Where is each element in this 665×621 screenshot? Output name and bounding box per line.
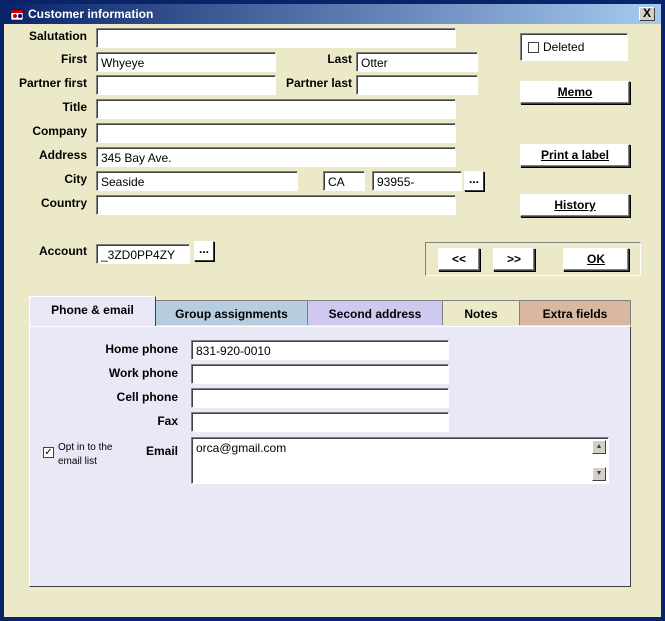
cell-phone-label: Cell phone: [116, 390, 178, 404]
scroll-up-icon[interactable]: ▲: [592, 440, 606, 454]
company-field[interactable]: [96, 123, 456, 143]
form-area: Salutation First Whyeye Last Otter Partn…: [4, 24, 661, 617]
title-bar[interactable]: Customer information X: [4, 4, 661, 24]
country-label: Country: [41, 196, 87, 210]
home-phone-field[interactable]: 831-920-0010: [191, 340, 449, 360]
address-field[interactable]: 345 Bay Ave.: [96, 147, 456, 167]
email-value: orca@gmail.com: [196, 441, 287, 455]
navigation-group: << >> OK: [425, 242, 641, 276]
salutation-label: Salutation: [28, 29, 87, 43]
city-field[interactable]: Seaside: [96, 171, 298, 191]
last-name-field[interactable]: Otter: [356, 52, 478, 72]
account-field[interactable]: _3ZD0PP4ZY: [96, 244, 190, 264]
city-label: City: [64, 172, 87, 186]
phone-email-panel: Home phone 831-920-0010 Work phone Cell …: [29, 326, 631, 587]
email-label: Email: [145, 444, 178, 458]
work-phone-label: Work phone: [108, 366, 178, 380]
country-field[interactable]: [96, 195, 456, 215]
last-label: Last: [327, 52, 352, 66]
window-title: Customer information: [28, 7, 154, 21]
memo-button-label: Memo: [557, 85, 593, 99]
close-button[interactable]: X: [639, 7, 655, 21]
tab-second-address[interactable]: Second address: [307, 300, 443, 325]
deleted-checkbox-group: Deleted: [520, 33, 628, 61]
ok-button-label: OK: [587, 252, 605, 266]
print-label-button[interactable]: Print a label: [520, 144, 630, 167]
scroll-down-icon[interactable]: ▼: [592, 467, 606, 481]
opt-in-label: Opt in to the email list: [58, 442, 113, 467]
zip-lookup-button[interactable]: ...: [464, 171, 484, 191]
salutation-field[interactable]: [96, 28, 456, 48]
partner-first-field[interactable]: [96, 75, 276, 95]
zip-field[interactable]: 93955-: [372, 171, 462, 191]
partner-last-field[interactable]: [356, 75, 478, 95]
history-button[interactable]: History: [520, 194, 630, 217]
next-record-button[interactable]: >>: [493, 248, 535, 271]
fax-field[interactable]: [191, 412, 449, 432]
tab-extra-fields[interactable]: Extra fields: [519, 300, 631, 325]
previous-record-button[interactable]: <<: [438, 248, 480, 271]
customer-info-window: Customer information X Salutation First …: [0, 0, 665, 621]
company-label: Company: [32, 124, 87, 138]
history-button-label: History: [554, 198, 596, 212]
opt-in-checkbox[interactable]: ✓: [43, 447, 54, 458]
deleted-checkbox[interactable]: [528, 42, 539, 53]
partner-first-label: Partner first: [18, 76, 87, 90]
app-icon: [10, 9, 24, 21]
first-label: First: [60, 52, 87, 66]
email-field[interactable]: orca@gmail.com ▲ ▼: [191, 437, 609, 484]
tab-phone-email[interactable]: Phone & email: [29, 296, 156, 326]
cell-phone-field[interactable]: [191, 388, 449, 408]
address-label: Address: [38, 148, 87, 162]
title-label: Title: [62, 100, 87, 114]
title-field[interactable]: [96, 99, 456, 119]
fax-label: Fax: [157, 414, 178, 428]
state-field[interactable]: CA: [323, 171, 365, 191]
deleted-label: Deleted: [543, 40, 585, 54]
first-name-field[interactable]: Whyeye: [96, 52, 276, 72]
memo-button[interactable]: Memo: [520, 81, 630, 104]
partner-last-label: Partner last: [285, 76, 352, 90]
print-label-button-label: Print a label: [540, 148, 610, 162]
tab-notes[interactable]: Notes: [442, 300, 520, 325]
work-phone-field[interactable]: [191, 364, 449, 384]
close-icon: X: [642, 6, 651, 20]
ok-button[interactable]: OK: [563, 248, 629, 271]
home-phone-label: Home phone: [105, 342, 178, 356]
account-lookup-button[interactable]: ...: [194, 241, 214, 261]
account-label: Account: [39, 244, 87, 258]
tab-group-assignments[interactable]: Group assignments: [155, 300, 308, 325]
